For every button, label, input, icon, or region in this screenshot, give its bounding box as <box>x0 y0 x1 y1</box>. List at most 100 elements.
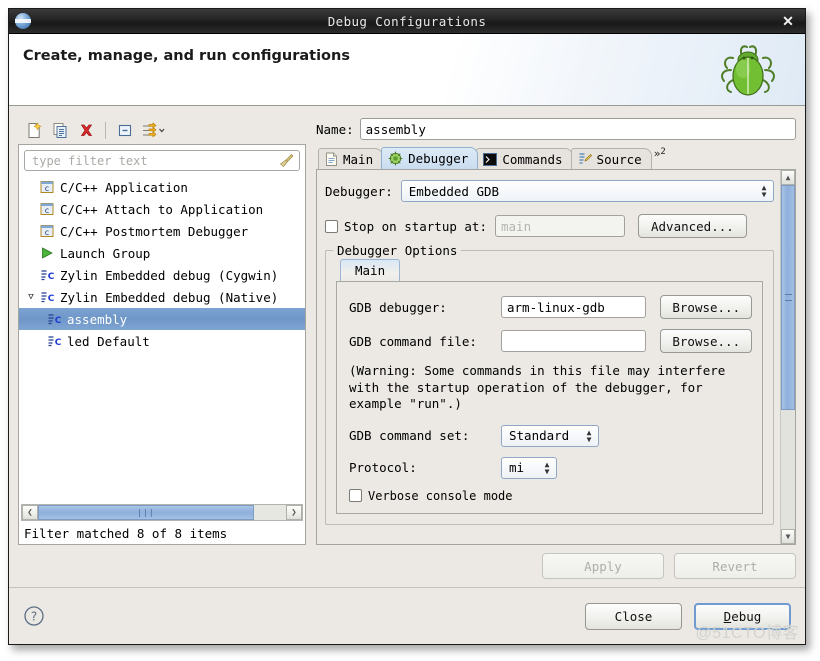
name-label: Name: <box>316 121 354 137</box>
command-file-warning: (Warning: Some commands in this file may… <box>349 363 726 411</box>
tree-item[interactable]: Cled Default <box>19 330 305 352</box>
debug-label: Debug <box>723 608 762 624</box>
debug-button[interactable]: Debug <box>694 602 791 630</box>
tab-label: Main <box>343 151 374 167</box>
configurations-toolbar <box>18 116 306 144</box>
debugger-dropdown[interactable]: Embedded GDB ▲ ▼ <box>400 180 774 202</box>
apply-button[interactable]: Apply <box>542 553 664 579</box>
apply-revert-row: Apply Revert <box>9 545 805 587</box>
gdb-command-set-value: Standard <box>509 428 570 443</box>
title-bar: Debug Configurations ✕ <box>9 9 805 34</box>
revert-button[interactable]: Revert <box>674 553 796 579</box>
svg-text:c: c <box>45 206 49 215</box>
protocol-row: Protocol: mi ▲ ▼ <box>349 456 752 479</box>
zylin-config-icon: C <box>45 311 63 327</box>
zylin-icon: C <box>38 289 56 305</box>
tree-horizontal-scrollbar[interactable]: ❮ ||| ❯ <box>21 504 303 521</box>
expander-icon[interactable]: ▽ <box>24 290 38 304</box>
tab-options-main[interactable]: Main <box>340 259 401 281</box>
protocol-label: Protocol: <box>349 460 417 475</box>
verbose-console-row: Verbose console mode <box>349 489 752 503</box>
search-input[interactable]: type filter text <box>24 150 300 171</box>
stop-on-startup-input[interactable]: main <box>495 215 625 237</box>
chevron-updown-icon-2: ▲ ▼ <box>586 427 592 444</box>
debugger-select-row: Debugger: Embedded GDB ▲ ▼ <box>325 180 774 202</box>
window-title: Debug Configurations <box>327 13 487 29</box>
tree-item[interactable]: c C/C++ Application <box>19 176 305 198</box>
duplicate-configuration-icon[interactable] <box>48 119 72 141</box>
filter-wrapper: type filter text <box>19 145 305 175</box>
tab-overflow-chevron-icon[interactable]: » 2 <box>654 147 666 169</box>
dialog-header: Create, manage, and run configurations <box>9 34 805 106</box>
delete-configuration-icon[interactable] <box>74 119 98 141</box>
name-input[interactable] <box>359 118 796 140</box>
gdb-command-file-input[interactable] <box>501 330 647 352</box>
tab-label: Debugger <box>408 151 469 166</box>
green-bug-icon <box>721 45 775 96</box>
scroll-down-icon[interactable]: ▼ <box>781 529 795 544</box>
protocol-dropdown[interactable]: mi ▲ ▼ <box>501 456 557 479</box>
browse-label: Browse... <box>672 299 741 315</box>
close-button[interactable]: Close <box>585 602 682 630</box>
gdb-command-set-dropdown[interactable]: Standard ▲ ▼ <box>501 424 599 447</box>
tab-source[interactable]: Source <box>570 148 652 169</box>
tab-debugger[interactable]: Debugger <box>381 147 479 169</box>
debugger-options-group: Debugger Options Main GDB debugger: arm-… <box>325 243 774 525</box>
new-configuration-icon[interactable] <box>22 119 46 141</box>
svg-text:C: C <box>54 316 61 326</box>
tab-commands[interactable]: Commands <box>476 148 573 169</box>
gdb-command-file-browse-button[interactable]: Browse... <box>660 329 752 353</box>
svg-text:?: ? <box>31 610 37 624</box>
hscroll-track[interactable] <box>254 505 286 520</box>
scroll-left-icon[interactable]: ❮ <box>22 505 38 520</box>
dialog-footer: ? Close Debug @51CTO博客 <box>9 587 805 644</box>
tree-item[interactable]: c C/C++ Postmortem Debugger <box>19 220 305 242</box>
advanced-button[interactable]: Advanced... <box>638 214 747 238</box>
vscroll-track[interactable] <box>781 410 795 529</box>
tree-item-label: Zylin Embedded debug (Native) <box>60 289 279 305</box>
tree-item[interactable]: c C/C++ Attach to Application <box>19 198 305 220</box>
tab-overflow-count: 2 <box>660 147 666 157</box>
zylin-config-icon: C <box>45 333 63 349</box>
collapse-all-icon[interactable] <box>113 119 137 141</box>
tree-item[interactable]: C Zylin Embedded debug (Cygwin) <box>19 264 305 286</box>
gdb-debugger-row: GDB debugger: arm-linux-gdb Browse... <box>349 295 752 319</box>
close-icon[interactable]: ✕ <box>779 12 797 30</box>
tab-label: Source <box>596 151 642 167</box>
name-row: Name: <box>316 116 796 142</box>
bug-gear-icon <box>388 151 403 166</box>
tree-item-label: C/C++ Attach to Application <box>60 201 264 217</box>
hscroll-thumb[interactable]: ||| <box>38 505 254 520</box>
tree-item[interactable]: Cassembly <box>19 308 305 330</box>
scroll-up-icon[interactable]: ▲ <box>781 170 795 185</box>
tree-item[interactable]: Launch Group <box>19 242 305 264</box>
verbose-console-checkbox[interactable] <box>349 489 362 502</box>
tree-item-label: C/C++ Application <box>60 179 188 195</box>
stop-on-startup-row: Stop on startup at: main Advanced... <box>325 214 774 238</box>
gdb-command-set-label: GDB command set: <box>349 428 470 443</box>
c-app-icon: c <box>38 179 56 195</box>
filter-icon[interactable] <box>139 119 169 141</box>
eclipse-globe-icon <box>15 13 31 29</box>
configurations-tree-box: type filter text c C/C++ Application c C/C+… <box>18 144 306 545</box>
broom-icon[interactable] <box>279 153 295 168</box>
gdb-debugger-input[interactable]: arm-linux-gdb <box>501 296 647 318</box>
vscroll-thumb[interactable] <box>781 185 795 410</box>
tree-item[interactable]: ▽ C Zylin Embedded debug (Native) <box>19 286 305 308</box>
protocol-value: mi <box>509 460 525 475</box>
tab-main[interactable]: Main <box>318 148 384 169</box>
stop-on-startup-checkbox[interactable] <box>325 219 338 233</box>
source-edit-icon <box>578 152 592 166</box>
svg-text:C: C <box>47 294 54 304</box>
gdb-debugger-browse-button[interactable]: Browse... <box>660 295 752 319</box>
footer-buttons: Close Debug <box>585 602 791 630</box>
help-question-icon[interactable]: ? <box>23 605 45 627</box>
debugger-dropdown-value: Embedded GDB <box>408 183 500 199</box>
configurations-tree[interactable]: c C/C++ Application c C/C++ Attach to Appli… <box>19 175 305 504</box>
scroll-right-icon[interactable]: ❯ <box>286 505 302 520</box>
panel-vertical-scrollbar[interactable]: ▲ ▼ <box>780 170 795 544</box>
tree-item-label: led Default <box>67 333 150 349</box>
